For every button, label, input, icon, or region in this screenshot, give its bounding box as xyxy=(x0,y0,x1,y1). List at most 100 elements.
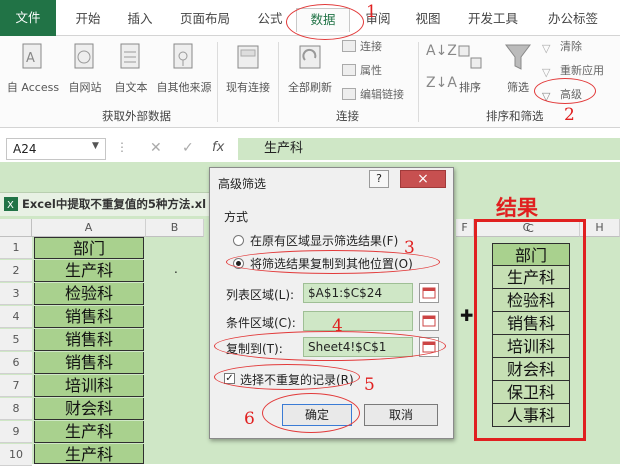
mode-section-label: 方式 xyxy=(224,210,249,224)
row-header[interactable]: 2 xyxy=(0,260,32,282)
criteria-range-input[interactable] xyxy=(303,311,413,331)
cancel-formula-icon[interactable]: ✕ xyxy=(150,140,162,156)
criteria-range-label: 条件区域(C): xyxy=(226,316,296,330)
svg-text:A: A xyxy=(26,51,35,66)
from-text-label: 自文本 xyxy=(114,81,148,94)
row-header[interactable]: 9 xyxy=(0,421,32,443)
refresh-all-button[interactable]: 全部刷新 xyxy=(282,42,338,95)
cell-a[interactable]: 生产科 xyxy=(34,421,144,443)
cell-a[interactable]: 检验科 xyxy=(34,283,144,305)
tab-review[interactable]: 审阅 xyxy=(358,8,398,32)
column-header-b[interactable]: B xyxy=(146,219,204,237)
list-range-input[interactable]: $A$1:$C$24 xyxy=(303,283,413,303)
row-header[interactable]: 4 xyxy=(0,306,32,328)
cell-a[interactable]: 财会科 xyxy=(34,398,144,420)
edit-links-label: 编辑链接 xyxy=(360,88,404,101)
column-header-a[interactable]: A xyxy=(32,219,146,237)
cell-a[interactable]: 培训科 xyxy=(34,375,144,397)
row-header[interactable]: 5 xyxy=(0,329,32,351)
cell-b2[interactable]: . xyxy=(174,262,178,276)
cell-c[interactable]: 销售科 xyxy=(492,312,570,335)
column-header-c-label: C xyxy=(526,222,534,235)
cell-a[interactable]: 销售科 xyxy=(34,352,144,374)
criteria-range-collapse-button[interactable] xyxy=(419,311,439,331)
tab-file[interactable]: 文件 xyxy=(0,0,56,36)
sort-icon xyxy=(458,45,482,69)
reapply-icon: ▽ xyxy=(542,66,551,79)
access-icon: A xyxy=(22,43,42,69)
name-box[interactable]: A24 xyxy=(6,138,106,160)
move-cursor-icon: ✚ xyxy=(460,306,474,325)
from-other-sources-button[interactable]: 自其他来源 xyxy=(154,42,214,95)
from-access-button[interactable]: A 自 Access xyxy=(4,42,62,95)
confirm-formula-icon[interactable]: ✓ xyxy=(182,140,194,156)
tab-home[interactable]: 开始 xyxy=(66,8,110,32)
cell-c[interactable]: 检验科 xyxy=(492,289,570,312)
cell-a1-header[interactable]: 部门 xyxy=(34,237,144,259)
sort-button[interactable]: 排序 xyxy=(450,42,490,95)
tab-view[interactable]: 视图 xyxy=(408,8,448,32)
cell-a[interactable]: 销售科 xyxy=(34,306,144,328)
existing-connections-button[interactable]: 现有连接 xyxy=(220,42,276,95)
from-other-sources-label: 自其他来源 xyxy=(156,81,212,94)
insert-function-icon[interactable]: fx xyxy=(212,140,224,155)
row-header[interactable]: 7 xyxy=(0,375,32,397)
existing-connections-icon xyxy=(237,45,259,69)
column-header-f[interactable]: F xyxy=(456,219,474,237)
list-range-collapse-button[interactable] xyxy=(419,283,439,303)
tab-developer[interactable]: 开发工具 xyxy=(460,8,526,32)
row-header[interactable]: 10 xyxy=(0,444,32,466)
cell-c[interactable]: 人事科 xyxy=(492,404,570,427)
reapply-button[interactable]: ▽ 重新应用 xyxy=(542,62,604,80)
svg-text:X: X xyxy=(7,200,14,211)
cell-a[interactable]: 生产科 xyxy=(34,444,144,464)
row-header[interactable]: 3 xyxy=(0,283,32,305)
ribbon-separator xyxy=(418,42,419,122)
row-header[interactable]: 1 xyxy=(0,237,32,259)
row-header[interactable]: 8 xyxy=(0,398,32,420)
clear-filter-label: 清除 xyxy=(560,40,582,53)
from-text-button[interactable]: 自文本 xyxy=(108,42,154,95)
properties-icon xyxy=(342,64,356,76)
existing-connections-label: 现有连接 xyxy=(226,81,270,94)
help-button[interactable]: ? xyxy=(369,170,389,188)
tab-insert[interactable]: 插入 xyxy=(118,8,162,32)
filter-button[interactable]: 筛选 xyxy=(498,42,538,95)
from-web-button[interactable]: 自网站 xyxy=(62,42,108,95)
cell-c[interactable]: 财会科 xyxy=(492,358,570,381)
annotation-number-2: 2 xyxy=(564,105,575,125)
close-button[interactable]: × xyxy=(400,170,446,188)
from-access-label: 自 Access xyxy=(6,81,60,94)
select-all-corner[interactable] xyxy=(0,219,32,237)
edit-links-button[interactable]: 编辑链接 xyxy=(342,86,404,104)
annotation-ellipse-data-tab xyxy=(286,4,364,40)
formula-input[interactable]: 生产科 xyxy=(238,138,620,160)
connections-button[interactable]: 连接 xyxy=(342,38,382,56)
row-header[interactable]: 6 xyxy=(0,352,32,374)
cell-c[interactable]: 生产科 xyxy=(492,266,570,289)
cancel-button[interactable]: 取消 xyxy=(364,404,438,426)
cell-c[interactable]: 培训科 xyxy=(492,335,570,358)
ribbon-panel: A 自 Access 自网站 自文本 自其他来源 现有连接 获取外部数据 全部刷… xyxy=(0,36,620,128)
refresh-icon xyxy=(299,45,321,69)
cell-c[interactable]: 保卫科 xyxy=(492,381,570,404)
tab-office-tabs[interactable]: 办公标签 xyxy=(540,8,606,32)
tab-page-layout[interactable]: 页面布局 xyxy=(172,8,238,32)
clear-filter-button[interactable]: ▽ 清除 xyxy=(542,38,582,56)
range-select-icon xyxy=(422,315,436,327)
cell-a[interactable]: 生产科 xyxy=(34,260,144,282)
name-box-dropdown-icon[interactable]: ▼ xyxy=(92,141,99,151)
cell-c1-header[interactable]: 部门 xyxy=(492,243,570,266)
reapply-label: 重新应用 xyxy=(560,64,604,77)
sort-label: 排序 xyxy=(459,81,481,94)
properties-button[interactable]: 属性 xyxy=(342,62,382,80)
filter-funnel-icon xyxy=(505,44,531,70)
column-header-h[interactable]: H xyxy=(580,219,620,237)
edit-links-icon xyxy=(342,88,356,100)
cell-a[interactable]: 销售科 xyxy=(34,329,144,351)
annotation-number-3: 3 xyxy=(404,238,415,258)
formula-bar-grip-icon: ⋮ xyxy=(116,140,128,154)
from-web-label: 自网站 xyxy=(68,81,102,94)
radio-filter-in-place[interactable] xyxy=(233,235,244,246)
text-file-icon xyxy=(120,43,140,69)
